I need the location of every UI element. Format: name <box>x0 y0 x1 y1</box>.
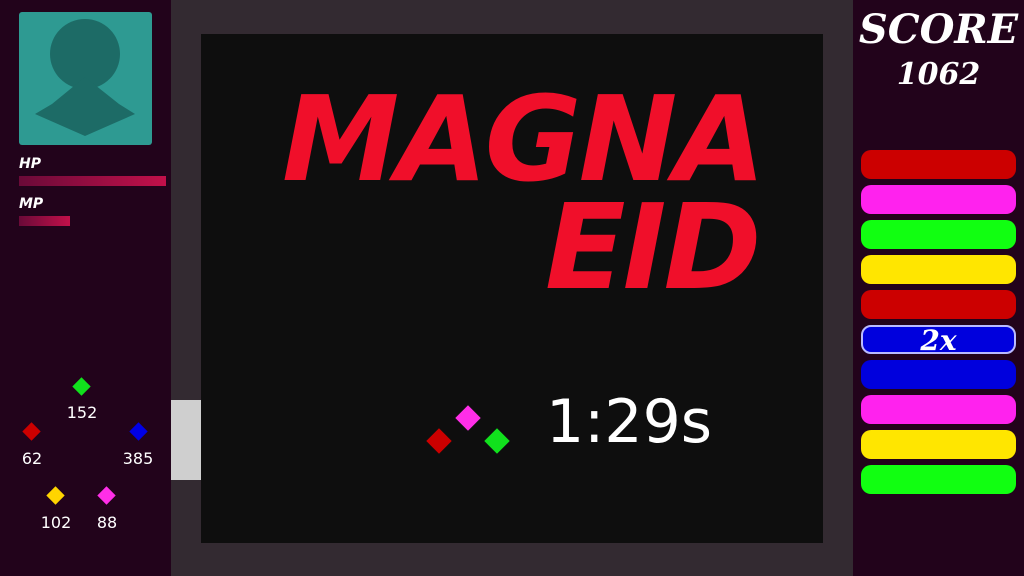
queue-item-red <box>861 150 1016 179</box>
side-tab-handle[interactable] <box>171 400 201 480</box>
score-value: 1062 <box>896 57 981 92</box>
hp-bar <box>19 176 166 186</box>
queue-item-green <box>861 220 1016 249</box>
queue-item-red <box>861 290 1016 319</box>
countdown-timer: 1:29s <box>546 387 712 457</box>
queue-item-yellow <box>861 430 1016 459</box>
queue-item-yellow <box>861 255 1016 284</box>
score-label: SCORE <box>858 6 1019 53</box>
queue-item-magenta <box>861 185 1016 214</box>
queue-item-magenta <box>861 395 1016 424</box>
green-gem-count: 152 <box>66 403 98 422</box>
multiplier-badge: 2x <box>861 325 1016 355</box>
mp-label: MP <box>19 196 44 212</box>
player-avatar <box>19 12 152 145</box>
queue-item-blue <box>861 360 1016 389</box>
magenta-gem-count: 88 <box>96 513 118 532</box>
mp-bar <box>19 216 70 226</box>
blue-gem-count: 385 <box>122 449 154 468</box>
yellow-gem-count: 102 <box>40 513 72 532</box>
red-gem-count: 62 <box>21 449 43 468</box>
hp-label: HP <box>19 156 41 172</box>
person-silhouette-icon <box>35 19 135 136</box>
title-line-2: EID <box>545 178 761 316</box>
queue-item-green <box>861 465 1016 494</box>
